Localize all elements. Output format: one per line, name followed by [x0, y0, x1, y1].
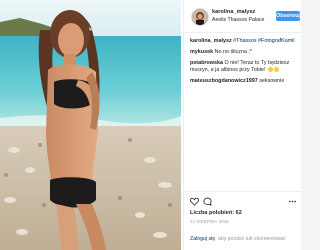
comment: mateuszbogdanowicz1997 seksownie [190, 78, 296, 85]
comment-user[interactable]: pstabrowska [190, 60, 223, 66]
avatar[interactable] [191, 8, 209, 26]
comment-icon[interactable] [203, 197, 212, 206]
comment: karolina_malysz #Thassos #FotografKamil [190, 38, 296, 45]
username[interactable]: karolina_malysz [212, 9, 255, 15]
post-date: 12 SIERPNIA 2016 [190, 219, 229, 224]
login-link[interactable]: Zaloguj się [190, 236, 215, 242]
comment-user[interactable]: karolina_malysz [190, 38, 232, 44]
comment-list: karolina_malysz #Thassos #FotografKamil … [190, 38, 296, 89]
comment-text: No no ślicznа ;* [214, 49, 253, 55]
post-header: karolina_malysz Aeolis Thassos Palace Ob… [184, 0, 301, 33]
location[interactable]: Aeolis Thassos Palace [212, 17, 264, 23]
beach-photo-illustration [0, 0, 181, 250]
comment-user[interactable]: mykusek [190, 49, 213, 55]
emoji-icon [273, 67, 279, 72]
post-sidebar: karolina_malysz Aeolis Thassos Palace Ob… [183, 0, 301, 250]
login-prompt-text: , aby polubić lub skomentować [215, 236, 286, 242]
comment: mykusek No no ślicznа ;* [190, 49, 296, 56]
login-prompt: Zaloguj się, aby polubić lub skomentować [190, 236, 298, 242]
like-count[interactable]: Liczba polubień: 62 [190, 210, 242, 216]
emoji-icon [267, 67, 273, 72]
comment-user[interactable]: mateuszbogdanowicz1997 [190, 78, 258, 84]
post-photo[interactable] [0, 0, 181, 250]
comment-text: seksownie [259, 78, 285, 84]
comment: pstabrowska O nie! Teraz to Ty będziesz … [190, 60, 296, 74]
instagram-post: karolina_malysz Aeolis Thassos Palace Ob… [0, 0, 301, 250]
follow-button[interactable]: Obserwuj [276, 11, 300, 21]
action-bar: Liczba polubień: 62 12 SIERPNIA 2016 Zal… [184, 191, 301, 250]
more-icon[interactable] [288, 197, 297, 206]
heart-icon[interactable] [190, 197, 199, 206]
comment-text[interactable]: #Thassos #FotografKamil [233, 38, 294, 44]
